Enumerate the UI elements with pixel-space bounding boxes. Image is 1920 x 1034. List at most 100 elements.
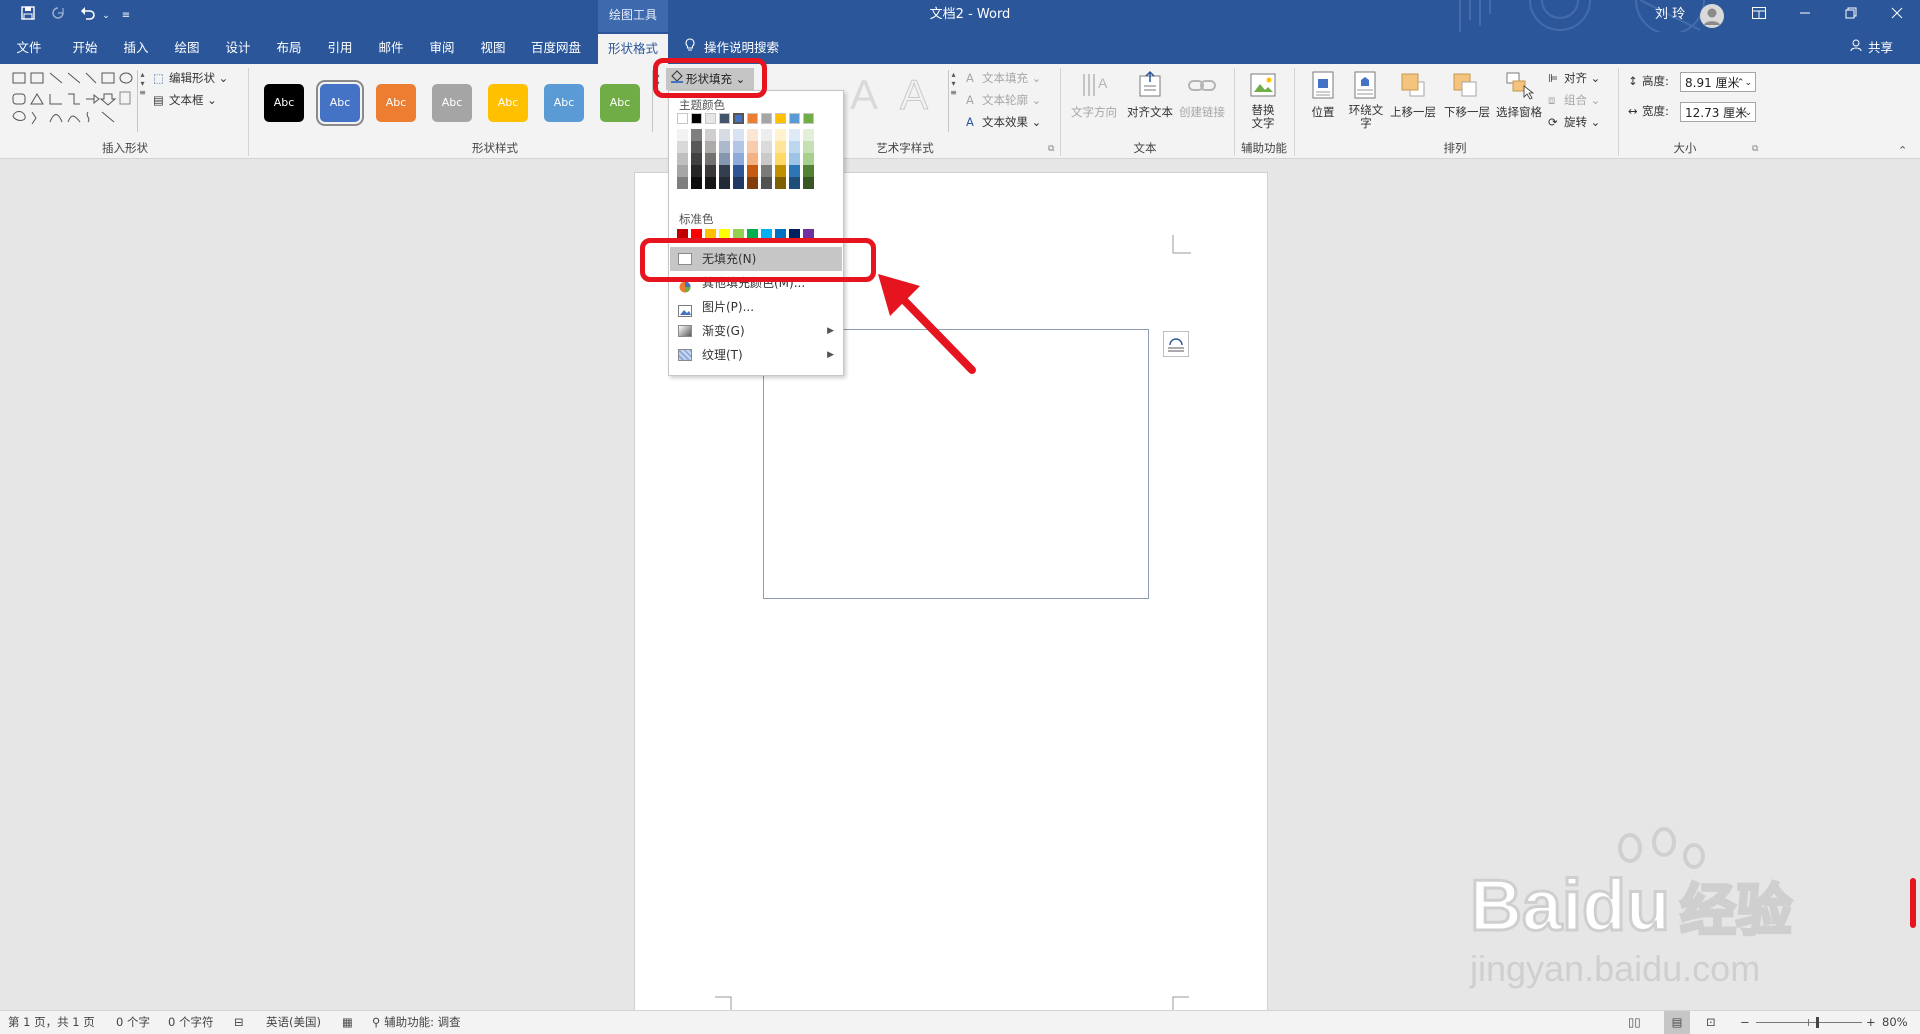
theme-shade-swatch[interactable] bbox=[789, 165, 800, 177]
picture-fill-menu-item[interactable]: 图片(P)... bbox=[670, 295, 842, 319]
proofing-icon[interactable]: ⊟ bbox=[234, 1011, 244, 1034]
theme-shade-swatch[interactable] bbox=[691, 165, 702, 177]
zoom-in-icon[interactable]: + bbox=[1866, 1011, 1876, 1034]
send-backward-button[interactable]: 下移一层 bbox=[1440, 104, 1494, 120]
theme-shade-swatch[interactable] bbox=[803, 153, 814, 165]
height-spinner[interactable]: ⌃⌄ bbox=[1737, 73, 1752, 93]
collapse-ribbon-icon[interactable]: ⌃ bbox=[1898, 144, 1907, 157]
theme-shade-swatch[interactable] bbox=[733, 165, 744, 177]
undo-icon[interactable] bbox=[78, 6, 98, 26]
read-mode-icon[interactable]: ▯▯ bbox=[1628, 1011, 1641, 1034]
shape-style-swatch[interactable]: Abc bbox=[488, 84, 528, 122]
theme-shade-swatch[interactable] bbox=[747, 141, 758, 153]
shape-style-swatch[interactable]: Abc bbox=[376, 84, 416, 122]
theme-shade-swatch[interactable] bbox=[691, 153, 702, 165]
zoom-level[interactable]: 80% bbox=[1882, 1011, 1908, 1034]
theme-shade-swatch[interactable] bbox=[789, 153, 800, 165]
size-dialog-launcher-icon[interactable]: ⧉ bbox=[1752, 144, 1758, 154]
shape-style-swatch[interactable]: Abc bbox=[600, 84, 640, 122]
tab-review[interactable]: 审阅 bbox=[421, 32, 463, 64]
height-input[interactable]: 8.91 厘米 ⌃⌄ bbox=[1680, 72, 1756, 92]
avatar[interactable] bbox=[1700, 4, 1724, 28]
theme-shade-swatch[interactable] bbox=[761, 153, 772, 165]
wordart-dialog-launcher-icon[interactable]: ⧉ bbox=[1048, 144, 1054, 154]
tab-view[interactable]: 视图 bbox=[472, 32, 514, 64]
print-layout-icon[interactable]: ▤ bbox=[1664, 1011, 1690, 1034]
theme-color-swatch[interactable] bbox=[691, 113, 702, 124]
width-spinner[interactable]: ⌃⌄ bbox=[1737, 103, 1752, 123]
theme-color-swatch[interactable] bbox=[789, 113, 800, 124]
theme-shade-swatch[interactable] bbox=[705, 177, 716, 189]
theme-shade-swatch[interactable] bbox=[677, 129, 688, 141]
tab-layout[interactable]: 布局 bbox=[268, 32, 310, 64]
theme-shade-swatch[interactable] bbox=[747, 153, 758, 165]
theme-shade-swatch[interactable] bbox=[803, 177, 814, 189]
theme-shade-swatch[interactable] bbox=[705, 141, 716, 153]
theme-shade-swatch[interactable] bbox=[677, 153, 688, 165]
share-button[interactable]: 共享 bbox=[1850, 32, 1893, 64]
theme-shade-swatch[interactable] bbox=[691, 129, 702, 141]
user-name[interactable]: 刘 玲 bbox=[1655, 0, 1685, 32]
theme-shade-swatch[interactable] bbox=[719, 153, 730, 165]
bring-forward-button[interactable]: 上移一层 bbox=[1386, 104, 1440, 120]
autosave-icon[interactable] bbox=[48, 6, 68, 26]
theme-shade-swatch[interactable] bbox=[803, 129, 814, 141]
save-icon[interactable] bbox=[18, 6, 38, 26]
theme-shade-swatch[interactable] bbox=[691, 141, 702, 153]
theme-color-swatch[interactable] bbox=[747, 113, 758, 124]
texture-fill-menu-item[interactable]: 纹理(T) ▶ bbox=[670, 343, 842, 367]
wordart-gallery-scroll[interactable]: ▴ ▾ ≡ bbox=[948, 70, 958, 132]
theme-shade-swatch[interactable] bbox=[677, 141, 688, 153]
shape-style-swatch[interactable]: Abc bbox=[544, 84, 584, 122]
theme-color-swatch[interactable] bbox=[761, 113, 772, 124]
customize-qat-icon[interactable]: ≡ bbox=[116, 6, 136, 26]
theme-shade-swatch[interactable] bbox=[719, 129, 730, 141]
theme-shade-swatch[interactable] bbox=[719, 141, 730, 153]
theme-shade-swatch[interactable] bbox=[775, 129, 786, 141]
text-box-button[interactable]: ▤ 文本框 ⌄ bbox=[153, 92, 217, 108]
tab-references[interactable]: 引用 bbox=[319, 32, 361, 64]
zoom-slider-track[interactable] bbox=[1756, 1017, 1862, 1028]
create-link-button[interactable]: 创建链接 bbox=[1174, 104, 1230, 120]
restore-icon[interactable] bbox=[1828, 0, 1874, 32]
theme-shade-swatch[interactable] bbox=[775, 141, 786, 153]
shape-style-swatch-selected[interactable]: Abc bbox=[316, 80, 364, 126]
page-count[interactable]: 第 1 页，共 1 页 bbox=[8, 1011, 95, 1034]
theme-shade-swatch[interactable] bbox=[733, 141, 744, 153]
theme-color-swatch[interactable] bbox=[677, 113, 688, 124]
rotate-button[interactable]: ⟳ 旋转 ⌄ bbox=[1548, 114, 1600, 130]
width-input[interactable]: 12.73 厘米 ⌃⌄ bbox=[1680, 102, 1756, 122]
theme-shade-swatch[interactable] bbox=[705, 153, 716, 165]
word-count[interactable]: 0 个字 bbox=[116, 1011, 150, 1034]
theme-shade-swatch[interactable] bbox=[747, 129, 758, 141]
minimize-icon[interactable] bbox=[1782, 0, 1828, 32]
text-direction-button[interactable]: 文字方向 bbox=[1068, 104, 1120, 120]
theme-shade-swatch[interactable] bbox=[789, 177, 800, 189]
theme-shade-swatch[interactable] bbox=[775, 177, 786, 189]
theme-shade-swatch[interactable] bbox=[761, 129, 772, 141]
theme-shade-swatch[interactable] bbox=[789, 141, 800, 153]
wordart-style-light[interactable]: A bbox=[892, 71, 936, 120]
alt-text-button[interactable]: 替换 文字 bbox=[1240, 104, 1286, 130]
character-count[interactable]: 0 个字符 bbox=[168, 1011, 213, 1034]
macro-icon[interactable]: ▦ bbox=[342, 1011, 353, 1034]
theme-color-swatch[interactable] bbox=[705, 113, 716, 124]
theme-shade-swatch[interactable] bbox=[803, 165, 814, 177]
theme-shade-swatch[interactable] bbox=[719, 165, 730, 177]
tab-draw[interactable]: 绘图 bbox=[166, 32, 208, 64]
zoom-slider-thumb[interactable] bbox=[1816, 1017, 1820, 1028]
wordart-style-outline[interactable]: A bbox=[842, 72, 886, 120]
text-effects-button[interactable]: A 文本效果 ⌄ bbox=[966, 114, 1041, 130]
wrap-text-button[interactable]: 环绕文 字 bbox=[1340, 104, 1392, 130]
tab-file[interactable]: 文件 bbox=[8, 32, 50, 64]
theme-shade-swatch[interactable] bbox=[747, 177, 758, 189]
close-icon[interactable] bbox=[1874, 0, 1920, 32]
theme-color-swatch[interactable] bbox=[775, 113, 786, 124]
tab-insert[interactable]: 插入 bbox=[115, 32, 157, 64]
accessibility-status[interactable]: ⚲ 辅助功能: 调查 bbox=[372, 1011, 461, 1034]
theme-shade-swatch[interactable] bbox=[775, 165, 786, 177]
theme-shade-swatch[interactable] bbox=[775, 153, 786, 165]
tab-home[interactable]: 开始 bbox=[64, 32, 106, 64]
tab-design[interactable]: 设计 bbox=[217, 32, 259, 64]
theme-shade-swatch[interactable] bbox=[733, 129, 744, 141]
